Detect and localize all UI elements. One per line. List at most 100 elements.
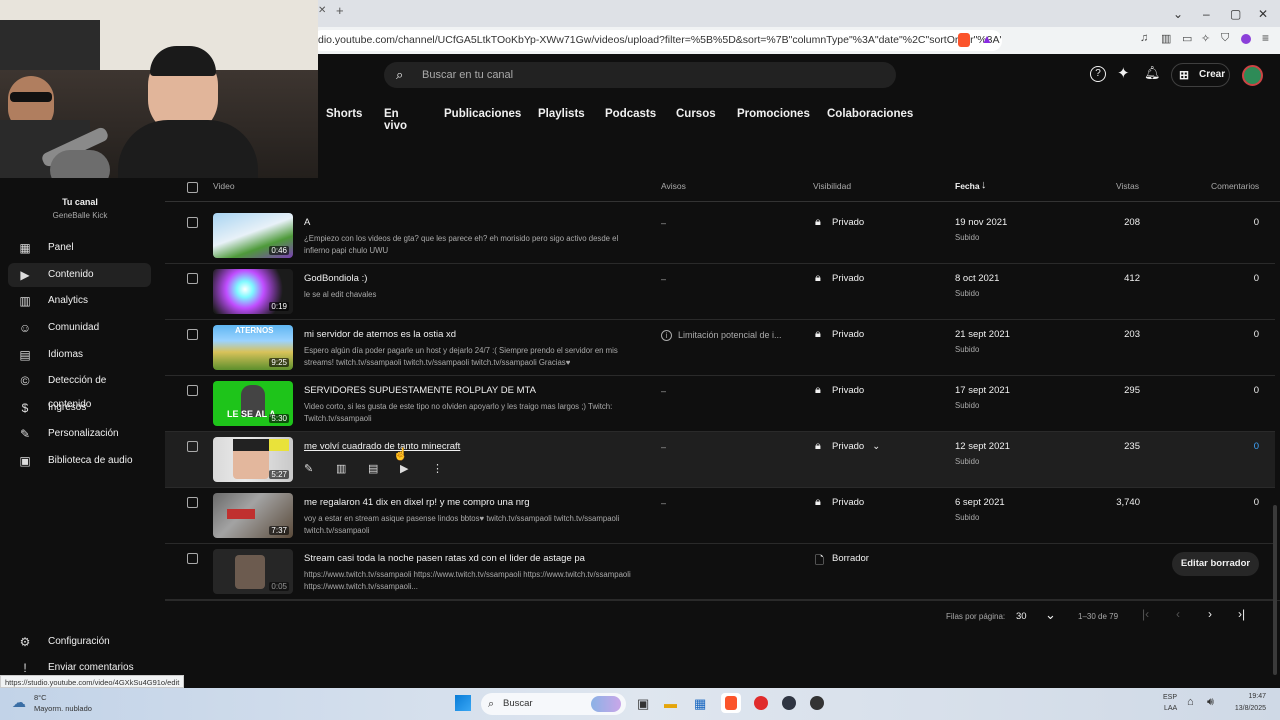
table-row[interactable]: 5:27 me volví cuadrado de tanto minecraf… xyxy=(165,432,1275,488)
video-title[interactable]: A xyxy=(304,217,310,228)
youtube-play-icon[interactable]: ▶ xyxy=(400,462,432,475)
row-checkbox[interactable] xyxy=(187,441,198,452)
last-page-icon[interactable]: ›| xyxy=(1238,607,1245,621)
video-thumbnail[interactable]: 7:37 xyxy=(213,493,293,538)
comments[interactable]: 0 xyxy=(1225,273,1259,284)
edit-pencil-icon[interactable]: ✎ xyxy=(304,462,336,475)
restriction-notice[interactable]: i Limitación potencial de i... xyxy=(661,330,782,341)
app-icon[interactable] xyxy=(810,696,824,710)
visibility[interactable]: 🔒︎ Privado xyxy=(815,272,864,284)
obs-icon[interactable] xyxy=(754,696,768,710)
store-icon[interactable]: ▦ xyxy=(694,696,706,712)
tab-promociones[interactable]: Promociones xyxy=(737,108,810,120)
sidebar-item-ingresos[interactable]: $ Ingresos xyxy=(8,396,151,420)
video-thumbnail[interactable]: ATERNOS 9:25 xyxy=(213,325,293,370)
views[interactable]: 295 xyxy=(1095,385,1140,396)
prev-page-icon[interactable]: ‹ xyxy=(1176,607,1180,621)
video-title[interactable]: mi servidor de aternos es la ostia xd xyxy=(304,329,456,340)
network-icon[interactable]: ⌂ xyxy=(1187,696,1194,708)
task-view-icon[interactable]: ▣ xyxy=(637,696,649,712)
menu-icon[interactable]: ≡ xyxy=(1262,31,1269,45)
row-checkbox[interactable] xyxy=(187,329,198,340)
comments[interactable]: 0 xyxy=(1225,385,1259,396)
video-thumbnail[interactable]: 5:27 xyxy=(213,437,293,482)
search-input[interactable]: Buscar en tu canal xyxy=(384,62,896,88)
avatar[interactable] xyxy=(1242,65,1263,86)
tab-en-vivo[interactable]: En vivo xyxy=(384,108,407,132)
tab-close-icon[interactable]: ✕ xyxy=(318,5,326,16)
views[interactable]: 208 xyxy=(1095,217,1140,228)
row-checkbox[interactable] xyxy=(187,385,198,396)
row-checkbox[interactable] xyxy=(187,497,198,508)
sidebar-toggle-icon[interactable]: ▥ xyxy=(1161,32,1171,45)
video-thumbnail[interactable]: 0:46 xyxy=(213,213,293,258)
video-title[interactable]: GodBondiola :) xyxy=(304,273,367,284)
tab-publicaciones[interactable]: Publicaciones xyxy=(444,108,521,120)
col-fecha[interactable]: Fecha xyxy=(955,181,980,191)
wallet-icon[interactable]: ▭ xyxy=(1182,32,1192,45)
url-input[interactable]: dio.youtube.com/channel/UCfGA5LtkTOoKbYp… xyxy=(312,30,1002,51)
sidebar-item-analytics[interactable]: ▥ Analytics xyxy=(8,289,151,313)
visibility[interactable]: 🔒︎ Privado xyxy=(815,216,864,228)
row-checkbox[interactable] xyxy=(187,273,198,284)
tab-playlists[interactable]: Playlists xyxy=(538,108,585,120)
weather-icon[interactable]: ☁ xyxy=(12,694,26,711)
visibility[interactable]: 🔒︎ Privado xyxy=(815,496,864,508)
maximize-icon[interactable]: ▢ xyxy=(1230,7,1241,21)
language-indicator-secondary[interactable]: LAA xyxy=(1164,705,1177,712)
table-row[interactable]: 0:46 A ¿Empiezo con los videos de gta? q… xyxy=(165,208,1275,264)
analytics-icon[interactable]: ▥ xyxy=(336,462,368,475)
edit-draft-button[interactable]: Editar borrador xyxy=(1172,552,1259,576)
bell-icon[interactable]: 🔔︎ xyxy=(1144,65,1161,81)
visibility-dropdown[interactable]: 🔒︎ Privado ⌄ xyxy=(815,440,880,452)
tab-colaboraciones[interactable]: Colaboraciones xyxy=(827,108,913,120)
row-checkbox[interactable] xyxy=(187,217,198,228)
sidebar-item-biblioteca[interactable]: ▣ Biblioteca de audio xyxy=(8,449,151,473)
comments[interactable]: 0 xyxy=(1225,497,1259,508)
comments[interactable]: 0 xyxy=(1225,329,1259,340)
select-all-checkbox[interactable] xyxy=(187,182,198,193)
visibility[interactable]: 🔒︎ Privado xyxy=(815,328,864,340)
video-thumbnail[interactable]: LE SE AL A 5:30 xyxy=(213,381,293,426)
col-comentarios[interactable]: Comentarios xyxy=(1211,181,1259,191)
chevron-down-icon[interactable]: ⌄ xyxy=(1045,607,1056,623)
table-row[interactable]: 0:19 GodBondiola :) le se al edit chaval… xyxy=(165,264,1275,320)
comments[interactable]: 0 xyxy=(1225,441,1259,452)
first-page-icon[interactable]: |‹ xyxy=(1142,607,1149,621)
visibility[interactable]: 🔒︎ Privado xyxy=(815,384,864,396)
sort-down-icon[interactable]: ↓ xyxy=(981,179,987,191)
views[interactable]: 203 xyxy=(1095,329,1140,340)
sidebar-item-idiomas[interactable]: ▤ Idiomas xyxy=(8,343,151,367)
brave-taskbar-icon[interactable] xyxy=(721,693,741,713)
vpn-icon[interactable]: ⛉ xyxy=(1221,32,1229,45)
more-options-icon[interactable]: ⋮ xyxy=(432,462,464,475)
col-visibilidad[interactable]: Visibilidad xyxy=(813,181,851,191)
row-checkbox[interactable] xyxy=(187,553,198,564)
video-title[interactable]: SERVIDORES SUPUESTAMENTE ROLPLAY DE MTA xyxy=(304,385,536,396)
video-thumbnail[interactable]: 0:05 xyxy=(213,549,293,594)
brave-rewards-icon[interactable]: ▲ xyxy=(981,32,993,46)
sidebar-item-comunidad[interactable]: ☺ Comunidad xyxy=(8,316,151,340)
video-title[interactable]: me regalaron 41 dix en dixel rp! y me co… xyxy=(304,497,529,508)
views[interactable]: 3,740 xyxy=(1095,497,1140,508)
profile-icon[interactable] xyxy=(1241,34,1251,44)
comments[interactable]: 0 xyxy=(1225,217,1259,228)
video-thumbnail[interactable]: 0:19 xyxy=(213,269,293,314)
tab-shorts[interactable]: Shorts xyxy=(326,108,362,120)
minimize-icon[interactable]: – xyxy=(1203,7,1210,21)
table-row[interactable]: LE SE AL A 5:30 SERVIDORES SUPUESTAMENTE… xyxy=(165,376,1275,432)
create-button[interactable]: ⊞ Crear xyxy=(1171,63,1230,87)
scrollbar-thumb[interactable] xyxy=(1273,505,1277,675)
rows-per-page-select[interactable]: 30 xyxy=(1016,611,1027,622)
new-tab-button[interactable]: + xyxy=(336,3,344,18)
sidebar-item-configuracion[interactable]: ⚙ Configuración xyxy=(8,630,151,654)
table-row[interactable]: 7:37 me regalaron 41 dix en dixel rp! y … xyxy=(165,488,1275,544)
video-title[interactable]: me volví cuadrado de tanto minecraft xyxy=(304,441,460,452)
sparkle-icon[interactable]: ✦ xyxy=(1117,64,1130,82)
sidebar-item-personalizacion[interactable]: ✎ Personalización xyxy=(8,422,151,446)
media-icon[interactable]: ♫ xyxy=(1140,32,1148,44)
volume-icon[interactable]: 🔊︎ xyxy=(1207,696,1214,709)
sidebar-item-deteccion[interactable]: © Detección de contenido xyxy=(8,369,151,410)
comments-icon[interactable]: ▤ xyxy=(368,462,400,475)
col-vistas[interactable]: Vistas xyxy=(1116,181,1139,191)
